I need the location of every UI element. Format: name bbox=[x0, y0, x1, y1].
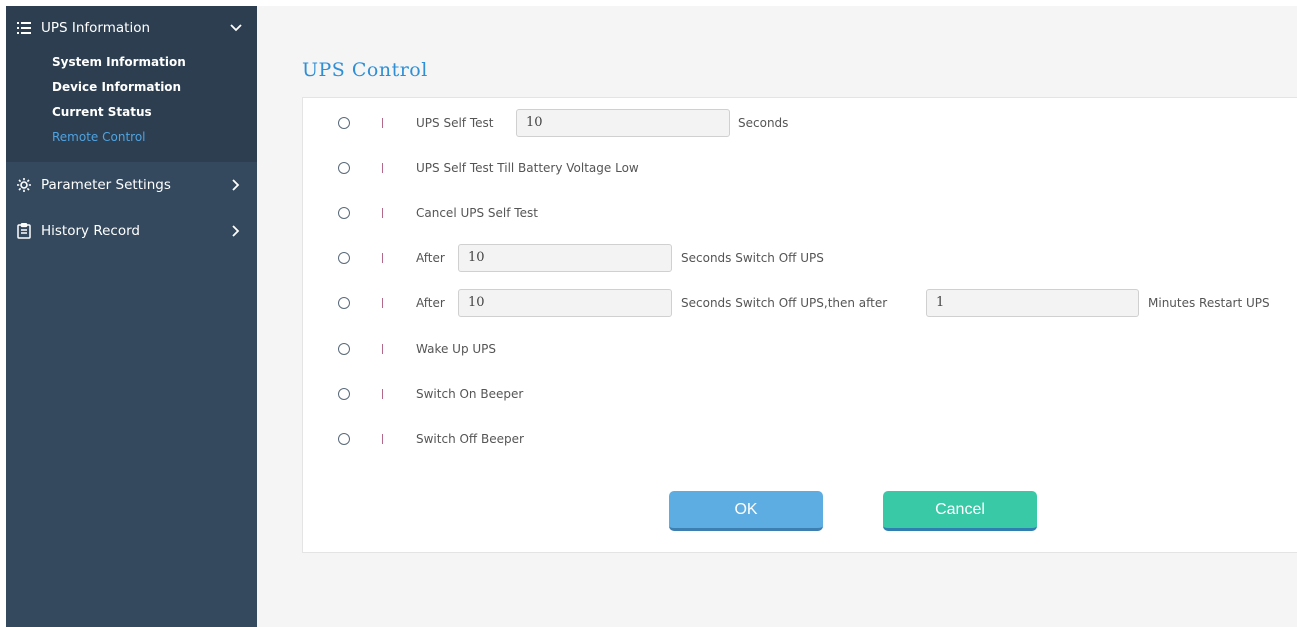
divider bbox=[382, 208, 383, 218]
option-row-beeper-off: Switch Off Beeper bbox=[303, 424, 1297, 454]
restart-minutes-input[interactable]: 1 bbox=[926, 289, 1139, 317]
sidebar-group-label: UPS Information bbox=[41, 20, 151, 36]
option-row-cancel-self-test: Cancel UPS Self Test bbox=[303, 198, 1297, 228]
main-content: UPS Control UPS Self Test 10 Seconds UPS… bbox=[257, 6, 1297, 627]
sidebar-group-parameter-settings[interactable]: Parameter Settings bbox=[6, 162, 257, 208]
divider bbox=[382, 434, 383, 444]
sidebar-group-head-ups-information[interactable]: UPS Information bbox=[6, 6, 257, 50]
radio-beeper-off[interactable] bbox=[338, 433, 350, 445]
radio-cancel-self-test[interactable] bbox=[338, 207, 350, 219]
chevron-down-icon bbox=[229, 21, 243, 35]
option-suffix: Minutes Restart UPS bbox=[1148, 296, 1270, 310]
sidebar-group-label: History Record bbox=[41, 223, 140, 239]
divider bbox=[382, 118, 383, 128]
option-label: Switch On Beeper bbox=[416, 387, 524, 401]
switch-off-seconds-input[interactable]: 10 bbox=[458, 289, 672, 317]
ok-button[interactable]: OK bbox=[669, 491, 823, 531]
option-prefix: After bbox=[416, 251, 445, 265]
chevron-right-icon bbox=[229, 178, 243, 192]
sidebar-group-history-record[interactable]: History Record bbox=[6, 208, 257, 254]
radio-beeper-on[interactable] bbox=[338, 388, 350, 400]
radio-switch-off-restart[interactable] bbox=[338, 297, 350, 309]
cancel-button[interactable]: Cancel bbox=[883, 491, 1037, 531]
option-row-switch-off: After 10 Seconds Switch Off UPS bbox=[303, 243, 1297, 273]
control-panel: UPS Self Test 10 Seconds UPS Self Test T… bbox=[302, 97, 1297, 553]
radio-wake-up[interactable] bbox=[338, 343, 350, 355]
divider bbox=[382, 344, 383, 354]
divider bbox=[382, 389, 383, 399]
list-icon bbox=[15, 20, 33, 36]
option-row-self-test-battery-low: UPS Self Test Till Battery Voltage Low bbox=[303, 153, 1297, 183]
option-row-beeper-on: Switch On Beeper bbox=[303, 379, 1297, 409]
sidebar-group-label: Parameter Settings bbox=[41, 177, 171, 193]
sidebar-submenu: System Information Device Information Cu… bbox=[6, 50, 257, 150]
option-middle: Seconds Switch Off UPS,then after bbox=[681, 296, 888, 310]
divider bbox=[382, 298, 383, 308]
clipboard-icon bbox=[15, 223, 33, 239]
option-label: Wake Up UPS bbox=[416, 342, 497, 356]
sidebar-item-system-information[interactable]: System Information bbox=[52, 50, 257, 75]
option-label: Cancel UPS Self Test bbox=[416, 206, 538, 220]
option-suffix: Seconds bbox=[738, 116, 789, 130]
sidebar: UPS Information System Information Devic… bbox=[6, 6, 257, 627]
option-suffix: Seconds Switch Off UPS bbox=[681, 251, 824, 265]
gear-icon bbox=[15, 177, 33, 193]
switch-off-seconds-input[interactable]: 10 bbox=[458, 244, 672, 272]
sidebar-item-device-information[interactable]: Device Information bbox=[52, 75, 257, 100]
option-row-wake-up: Wake Up UPS bbox=[303, 334, 1297, 364]
option-label: Switch Off Beeper bbox=[416, 432, 524, 446]
self-test-seconds-input[interactable]: 10 bbox=[516, 109, 730, 137]
sidebar-item-current-status[interactable]: Current Status bbox=[52, 100, 257, 125]
page-title: UPS Control bbox=[302, 59, 428, 81]
radio-self-test[interactable] bbox=[338, 117, 350, 129]
option-row-switch-off-restart: After 10 Seconds Switch Off UPS,then aft… bbox=[303, 288, 1297, 318]
divider bbox=[382, 253, 383, 263]
option-row-self-test: UPS Self Test 10 Seconds bbox=[303, 108, 1297, 138]
sidebar-item-remote-control[interactable]: Remote Control bbox=[52, 125, 257, 150]
radio-self-test-battery-low[interactable] bbox=[338, 162, 350, 174]
option-label: UPS Self Test Till Battery Voltage Low bbox=[416, 161, 639, 175]
divider bbox=[382, 163, 383, 173]
chevron-right-icon bbox=[229, 224, 243, 238]
radio-switch-off[interactable] bbox=[338, 252, 350, 264]
sidebar-group-ups-information: UPS Information System Information Devic… bbox=[6, 6, 257, 162]
option-label: UPS Self Test bbox=[416, 116, 494, 130]
option-prefix: After bbox=[416, 296, 445, 310]
